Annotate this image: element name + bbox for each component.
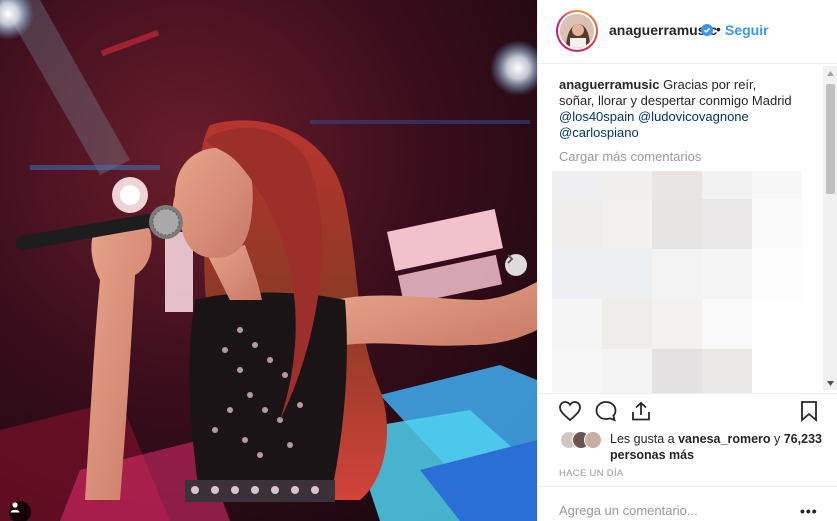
- post-actions: [538, 393, 837, 429]
- user-tag-button[interactable]: [9, 501, 31, 521]
- mention-link[interactable]: @carlospiano: [559, 125, 639, 140]
- scroll-down-arrow-icon[interactable]: [823, 376, 837, 390]
- user-tag-icon: [10, 502, 20, 513]
- next-image-button[interactable]: [505, 254, 527, 276]
- caption-username[interactable]: anaguerramusic: [559, 77, 659, 92]
- post-timestamp[interactable]: HACE UN DÍA: [559, 468, 624, 479]
- verified-badge-icon: [701, 23, 713, 41]
- comment-input[interactable]: Agrega un comentario...: [559, 503, 698, 518]
- bookmark-icon[interactable]: [800, 400, 818, 427]
- scroll-up-arrow-icon[interactable]: [823, 66, 837, 80]
- separator-dot: •: [716, 21, 721, 37]
- chevron-right-icon: [507, 254, 514, 264]
- more-options-icon[interactable]: •••: [800, 503, 818, 519]
- liker-username-link[interactable]: vanesa_romero: [678, 432, 770, 446]
- post-caption: anaguerramusic Gracias por reír, soñar, …: [559, 77, 794, 141]
- post-header: anaguerramusic • Seguir: [538, 0, 837, 64]
- mention-link[interactable]: @ludovicovagnone: [638, 109, 749, 124]
- blurred-comments: [552, 171, 802, 393]
- heart-icon[interactable]: [558, 400, 582, 427]
- concert-photo-illustration: [0, 0, 537, 521]
- avatar[interactable]: [560, 14, 594, 48]
- comments-scrollbar[interactable]: [823, 66, 837, 390]
- scrollbar-thumb[interactable]: [826, 84, 835, 194]
- liker-avatars[interactable]: [560, 431, 608, 449]
- post-photo[interactable]: [0, 0, 537, 521]
- avatar: [584, 431, 602, 449]
- comment-icon[interactable]: [594, 400, 618, 427]
- likes-text: Les gusta a vanesa_romero y 76,233 perso…: [610, 432, 822, 462]
- comment-bar: Agrega un comentario... •••: [538, 486, 837, 521]
- mention-link[interactable]: @los40spain: [559, 109, 634, 124]
- share-icon[interactable]: [630, 400, 652, 427]
- story-ring[interactable]: [556, 10, 598, 52]
- post-details-panel: anaguerramusic • Seguir anaguerramusic G…: [537, 0, 837, 521]
- follow-button[interactable]: Seguir: [725, 22, 769, 38]
- load-more-comments-button[interactable]: Cargar más comentarios: [559, 149, 701, 164]
